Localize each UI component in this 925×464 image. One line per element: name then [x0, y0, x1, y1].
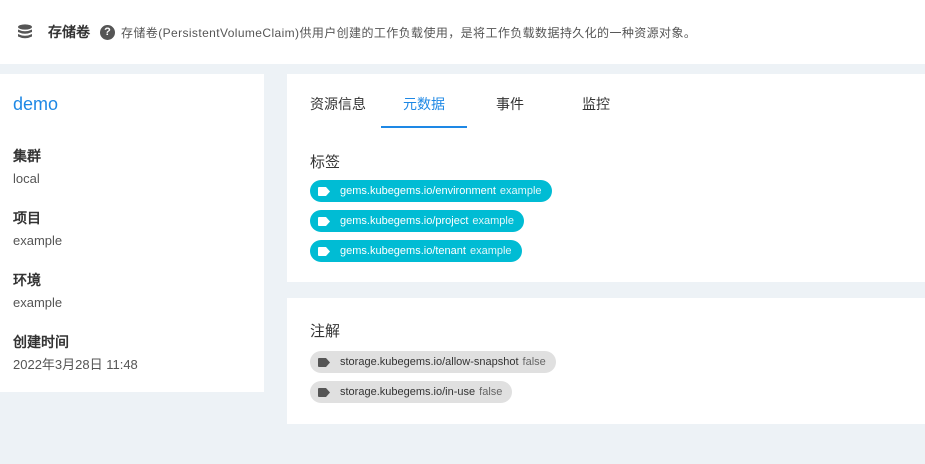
label-chip: gems.kubegems.io/tenant example	[310, 240, 522, 262]
label-value: example	[472, 215, 514, 227]
metadata-card: 资源信息 元数据 事件 监控 标签 gems.kubegems.io/envir…	[287, 74, 925, 282]
field-value: example	[13, 295, 63, 310]
detail-tabs: 资源信息 元数据 事件 监控	[295, 88, 639, 128]
field-value: 2022年3月28日 11:48	[13, 357, 138, 372]
label-key: gems.kubegems.io/tenant	[340, 245, 466, 257]
annotations-title: 注解	[310, 323, 341, 340]
tag-icon	[318, 387, 330, 397]
labels-list: gems.kubegems.io/environment example gem…	[310, 180, 552, 262]
field-label: 环境	[13, 272, 41, 288]
field-project: 项目 example	[13, 209, 264, 250]
label-chip: gems.kubegems.io/environment example	[310, 180, 552, 202]
tag-icon	[318, 186, 330, 196]
annotation-value: false	[479, 386, 503, 398]
label-value: example	[499, 185, 542, 197]
annotation-chip: storage.kubegems.io/in-use false	[310, 381, 513, 403]
label-key: gems.kubegems.io/project	[340, 215, 469, 227]
annotations-list: storage.kubegems.io/allow-snapshot false…	[310, 351, 556, 403]
resource-name: demo	[13, 94, 59, 114]
label-chip: gems.kubegems.io/project example	[310, 210, 524, 232]
database-icon	[16, 23, 34, 41]
field-label: 项目	[13, 210, 41, 226]
field-created-time: 创建时间 2022年3月28日 11:48	[13, 333, 264, 374]
field-label: 创建时间	[13, 334, 69, 350]
page-description: 存储卷(PersistentVolumeClaim)供用户创建的工作负载使用，是…	[121, 25, 697, 40]
help-icon[interactable]: ?	[100, 24, 115, 40]
annotation-chip: storage.kubegems.io/allow-snapshot false	[310, 351, 556, 373]
annotations-card: 注解 storage.kubegems.io/allow-snapshot fa…	[287, 298, 925, 424]
annotation-value: false	[522, 356, 546, 368]
tag-icon	[318, 357, 330, 367]
tab-resource-info[interactable]: 资源信息	[295, 88, 381, 128]
field-label: 集群	[13, 148, 41, 164]
field-value: local	[13, 171, 40, 186]
page-header: 存储卷 ? 存储卷(PersistentVolumeClaim)供用户创建的工作…	[0, 0, 925, 64]
label-value: example	[469, 245, 512, 257]
tag-icon	[318, 216, 330, 226]
tab-events[interactable]: 事件	[467, 88, 553, 128]
field-value: example	[13, 233, 63, 248]
tab-metadata[interactable]: 元数据	[381, 88, 467, 128]
tag-icon	[318, 246, 330, 256]
label-key: gems.kubegems.io/environment	[340, 185, 496, 197]
tab-monitoring[interactable]: 监控	[553, 88, 639, 128]
field-cluster: 集群 local	[13, 147, 264, 188]
field-environment: 环境 example	[13, 271, 264, 312]
labels-title: 标签	[310, 154, 341, 171]
annotation-key: storage.kubegems.io/allow-snapshot	[340, 356, 519, 368]
resource-summary-panel: demo 集群 local 项目 example 环境 example 创建时间…	[0, 74, 264, 392]
annotation-key: storage.kubegems.io/in-use	[340, 386, 476, 398]
page-title: 存储卷	[48, 24, 90, 40]
